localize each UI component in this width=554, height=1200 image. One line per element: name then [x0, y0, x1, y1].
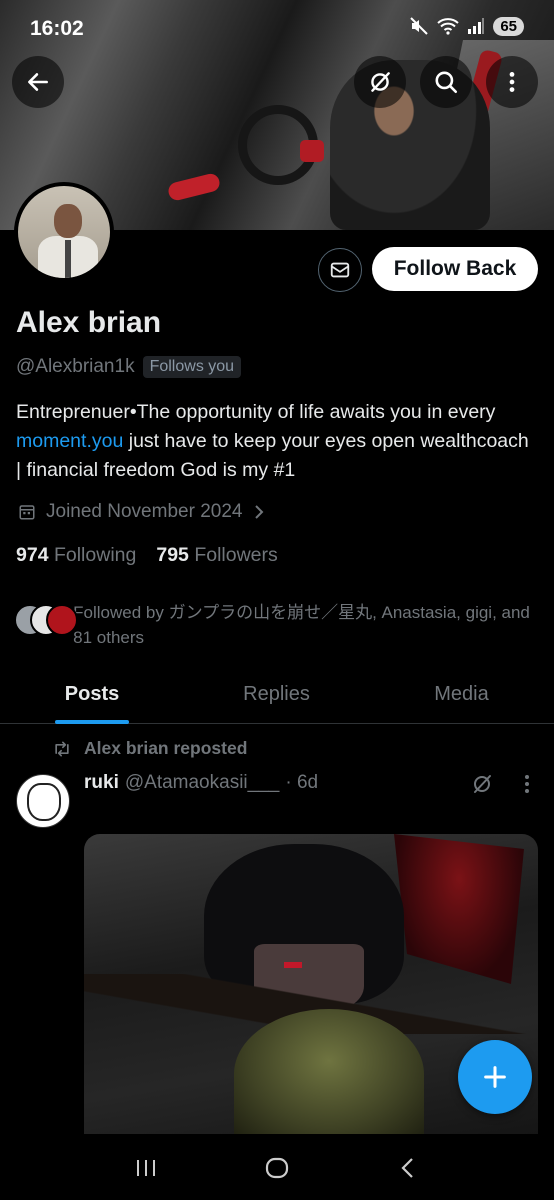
home-icon [265, 1157, 289, 1179]
bio-text: Entreprenuer•The opportunity of life awa… [16, 401, 496, 423]
joined-date-row[interactable]: Joined November 2024 [18, 501, 266, 523]
repost-label: Alex brian reposted [84, 738, 248, 758]
avatar-sketch [27, 783, 61, 821]
profile-bio: Entreprenuer•The opportunity of life awa… [16, 398, 536, 485]
followed-by-avatars [14, 604, 78, 640]
artwork-red-collar [394, 834, 524, 984]
mute-icon [410, 17, 429, 35]
search-icon [435, 71, 458, 94]
search-button[interactable] [420, 56, 472, 108]
tab-replies-label: Replies [243, 683, 310, 705]
status-icons: 65 [409, 16, 524, 36]
following-stat[interactable]: 974 Following [16, 544, 136, 567]
tab-replies[interactable]: Replies [184, 668, 369, 723]
more-options-button[interactable] [486, 56, 538, 108]
post-author-handle[interactable]: @Atamaokasii___ [125, 772, 279, 794]
chevron-right-icon [255, 505, 264, 519]
arrow-left-icon [28, 73, 48, 91]
tab-media[interactable]: Media [369, 668, 554, 723]
post-grok-button[interactable] [470, 772, 494, 801]
compose-button[interactable] [458, 1040, 532, 1114]
battery-indicator: 65 [493, 16, 524, 36]
tab-media-label: Media [434, 683, 489, 705]
chevron-left-icon [401, 1158, 414, 1178]
recent-apps-button[interactable] [121, 1148, 171, 1188]
artwork-green-hair [234, 1009, 424, 1134]
recent-apps-icon [136, 1160, 155, 1176]
followers-stat[interactable]: 795 Followers [156, 544, 277, 567]
tab-posts-label: Posts [64, 683, 120, 705]
profile-tabs: Posts Replies Media [0, 668, 554, 724]
message-button[interactable] [318, 248, 362, 292]
avatar-face [54, 204, 82, 238]
grok-button[interactable] [354, 56, 406, 108]
repost-indicator: Alex brian reposted [52, 738, 247, 759]
banner-car-trim [166, 171, 222, 203]
post-author-name[interactable]: ruki [84, 772, 119, 794]
system-nav-bar [0, 1136, 554, 1200]
tab-posts[interactable]: Posts [0, 668, 184, 724]
active-tab-indicator [55, 720, 129, 724]
calendar-icon [19, 505, 35, 520]
followers-label: Followers [194, 544, 278, 566]
more-vertical-icon [525, 775, 529, 793]
follower-avatar [46, 604, 78, 636]
plus-icon [484, 1066, 506, 1088]
wifi-icon [437, 18, 459, 35]
handle-row: @Alexbrian1k Follows you [16, 356, 242, 378]
envelope-icon [330, 262, 350, 278]
home-button[interactable] [252, 1148, 302, 1188]
banner-car-trim [300, 140, 324, 162]
grok-icon [371, 72, 390, 92]
repost-icon [55, 740, 69, 756]
following-count: 974 [16, 544, 49, 566]
followed-by-row[interactable]: Followed by ガンプラの山を崩せ／星丸, Anastasia, gig… [14, 600, 534, 650]
more-vertical-icon [509, 72, 515, 92]
post-more-button[interactable] [520, 772, 534, 801]
follow-back-button[interactable]: Follow Back [372, 247, 538, 291]
followed-by-text: Followed by ガンプラの山を崩せ／星丸, Anastasia, gig… [73, 603, 530, 647]
profile-handle: @Alexbrian1k [16, 356, 135, 377]
followers-count: 795 [156, 544, 189, 566]
follow-stats: 974 Following 795 Followers [16, 544, 278, 567]
follows-you-badge: Follows you [142, 356, 242, 378]
joined-date: Joined November 2024 [46, 501, 243, 522]
post-time: · 6d [285, 772, 319, 793]
following-label: Following [53, 544, 137, 566]
signal-icon [468, 18, 485, 34]
back-button[interactable] [12, 56, 64, 108]
profile-avatar[interactable] [14, 182, 114, 282]
status-time: 16:02 [30, 17, 84, 40]
artwork-eye [284, 962, 302, 968]
bio-link[interactable]: moment.you [16, 430, 123, 452]
post-header: ruki @Atamaokasii___ · 6d [84, 772, 318, 794]
avatar-tie [65, 240, 71, 278]
back-nav-button[interactable] [383, 1148, 433, 1188]
grok-icon [474, 775, 491, 793]
post-author-avatar[interactable] [16, 774, 70, 828]
status-bar: 16:02 65 [0, 0, 554, 56]
profile-display-name: Alex brian [16, 306, 162, 339]
